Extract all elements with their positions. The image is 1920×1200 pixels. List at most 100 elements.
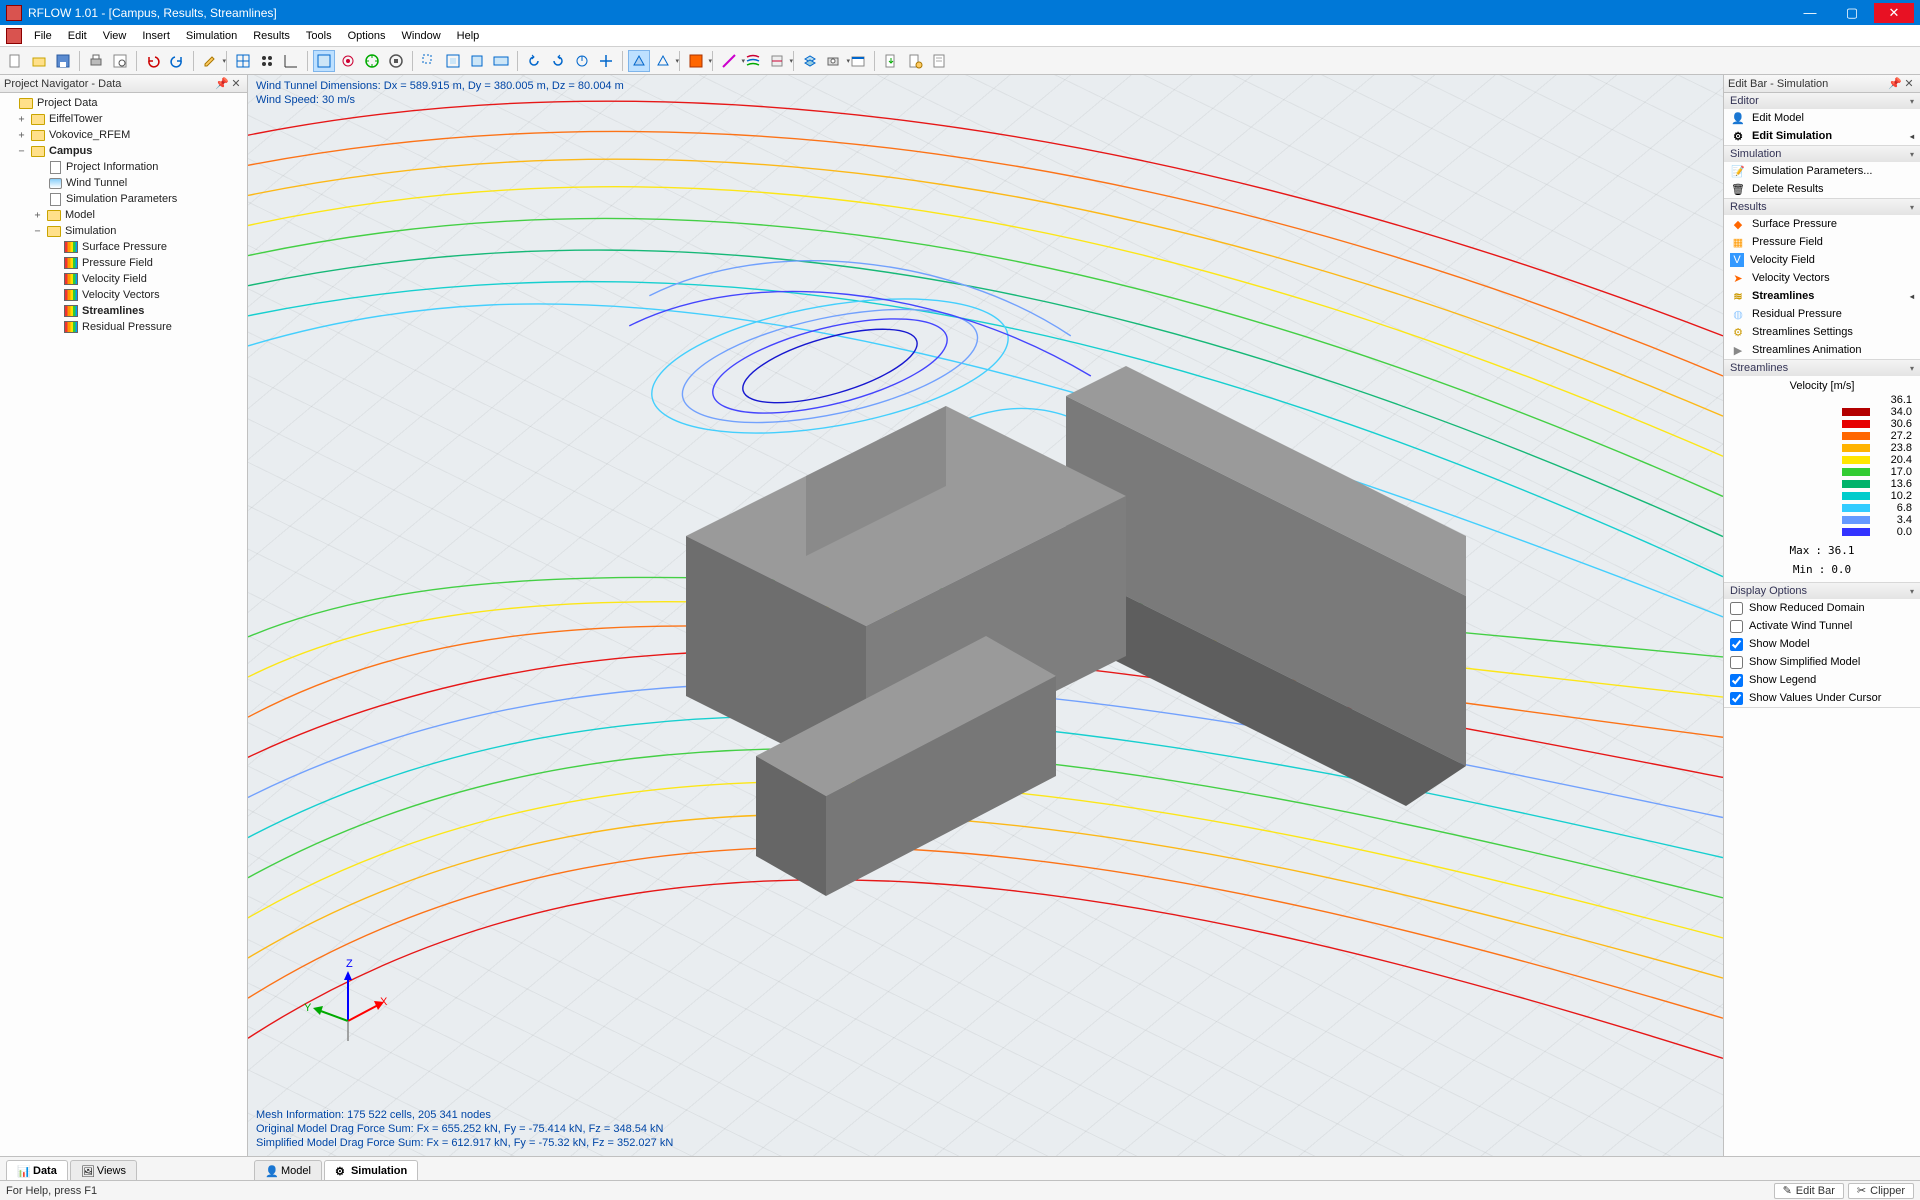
tab-model[interactable]: 👤Model — [254, 1160, 322, 1180]
wireframe-button[interactable]: ▾ — [652, 50, 674, 72]
viewport-3d[interactable]: Wind Tunnel Dimensions: Dx = 589.915 m, … — [248, 75, 1724, 1156]
delete-results-item[interactable]: 🗑Delete Results — [1724, 180, 1920, 198]
display-option[interactable]: Show Values Under Cursor — [1724, 689, 1920, 707]
measure-button[interactable]: ▾ — [718, 50, 740, 72]
result-pressure-field[interactable]: ▦Pressure Field — [1724, 233, 1920, 251]
zoom-all-button[interactable] — [442, 50, 464, 72]
menu-insert[interactable]: Insert — [134, 27, 178, 45]
view-mode-1-button[interactable] — [313, 50, 335, 72]
rotate-reset-button[interactable] — [571, 50, 593, 72]
section-editor[interactable]: Editor▾ — [1724, 93, 1920, 109]
axes-button[interactable] — [280, 50, 302, 72]
edit-simulation-item[interactable]: ⚙Edit Simulation◂ — [1724, 127, 1920, 145]
zoom-selected-button[interactable] — [466, 50, 488, 72]
menu-edit[interactable]: Edit — [60, 27, 95, 45]
undo-button[interactable] — [142, 50, 164, 72]
snap-button[interactable] — [256, 50, 278, 72]
stop-simulation-button[interactable] — [385, 50, 407, 72]
result-streamlines[interactable]: ≋Streamlines◂ — [1724, 287, 1920, 305]
camera-button[interactable]: ▾ — [823, 50, 845, 72]
status-editbar-button[interactable]: ✎ Edit Bar — [1774, 1183, 1844, 1199]
menu-window[interactable]: Window — [394, 27, 449, 45]
menu-file[interactable]: File — [26, 27, 60, 45]
checkbox[interactable] — [1730, 602, 1743, 615]
zoom-extents-button[interactable] — [490, 50, 512, 72]
pan-button[interactable] — [595, 50, 617, 72]
display-option[interactable]: Show Reduced Domain — [1724, 599, 1920, 617]
export-button[interactable] — [880, 50, 902, 72]
tab-data[interactable]: 📊Data — [6, 1160, 68, 1180]
menu-tools[interactable]: Tools — [298, 27, 340, 45]
tree-item-campus[interactable]: −Campus — [0, 143, 247, 159]
menu-options[interactable]: Options — [340, 27, 394, 45]
menu-view[interactable]: View — [95, 27, 135, 45]
streamlines-settings-item[interactable]: ⚙Streamlines Settings — [1724, 323, 1920, 341]
pin-icon[interactable]: 📌 — [215, 77, 229, 90]
menu-results[interactable]: Results — [245, 27, 298, 45]
new-button[interactable] — [4, 50, 26, 72]
display-option[interactable]: Activate Wind Tunnel — [1724, 617, 1920, 635]
snapshot-button[interactable] — [847, 50, 869, 72]
checkbox[interactable] — [1730, 656, 1743, 669]
run-simulation-button[interactable] — [361, 50, 383, 72]
section-simulation[interactable]: Simulation▾ — [1724, 146, 1920, 162]
layers-button[interactable] — [799, 50, 821, 72]
print-button[interactable] — [85, 50, 107, 72]
settings-button[interactable] — [904, 50, 926, 72]
tab-views[interactable]: 🖼Views — [70, 1160, 137, 1180]
print-preview-button[interactable] — [109, 50, 131, 72]
editbar-close-icon[interactable]: ✕ — [1902, 77, 1916, 90]
section-results[interactable]: Results▾ — [1724, 199, 1920, 215]
info-button[interactable] — [928, 50, 950, 72]
tree-item-wind-tunnel[interactable]: Wind Tunnel — [0, 175, 247, 191]
edit-model-item[interactable]: 👤Edit Model — [1724, 109, 1920, 127]
tree-item-pressure-field[interactable]: Pressure Field — [0, 255, 247, 271]
section-streamlines-legend[interactable]: Streamlines▾ — [1724, 360, 1920, 376]
tree-item-sim-params[interactable]: Simulation Parameters — [0, 191, 247, 207]
result-velocity-vectors[interactable]: ➤Velocity Vectors — [1724, 269, 1920, 287]
result-surface-pressure[interactable]: ◆Surface Pressure — [1724, 215, 1920, 233]
checkbox[interactable] — [1730, 620, 1743, 633]
display-option[interactable]: Show Model — [1724, 635, 1920, 653]
checkbox[interactable] — [1730, 638, 1743, 651]
section-button[interactable]: ▾ — [766, 50, 788, 72]
rotate-right-button[interactable] — [547, 50, 569, 72]
redo-button[interactable] — [166, 50, 188, 72]
tree-item-vokovice[interactable]: +Vokovice_RFEM — [0, 127, 247, 143]
render-mode-button[interactable] — [628, 50, 650, 72]
save-button[interactable] — [52, 50, 74, 72]
generate-mesh-button[interactable] — [337, 50, 359, 72]
status-clipper-button[interactable]: ✂ Clipper — [1848, 1183, 1914, 1199]
close-panel-icon[interactable]: ✕ — [229, 77, 243, 90]
project-tree[interactable]: Project Data +EiffelTower +Vokovice_RFEM… — [0, 93, 247, 1156]
menu-help[interactable]: Help — [449, 27, 488, 45]
maximize-button[interactable]: ▢ — [1832, 3, 1872, 23]
rotate-left-button[interactable] — [523, 50, 545, 72]
tree-item-velocity-vectors[interactable]: Velocity Vectors — [0, 287, 247, 303]
open-button[interactable] — [28, 50, 50, 72]
section-display-options[interactable]: Display Options▾ — [1724, 583, 1920, 599]
display-option[interactable]: Show Simplified Model — [1724, 653, 1920, 671]
tree-item-eiffel[interactable]: +EiffelTower — [0, 111, 247, 127]
tree-item-proj-info[interactable]: Project Information — [0, 159, 247, 175]
tab-simulation[interactable]: ⚙Simulation — [324, 1160, 418, 1180]
menu-simulation[interactable]: Simulation — [178, 27, 245, 45]
checkbox[interactable] — [1730, 674, 1743, 687]
close-button[interactable]: ✕ — [1874, 3, 1914, 23]
tree-root[interactable]: Project Data — [0, 95, 247, 111]
tree-item-model[interactable]: +Model — [0, 207, 247, 223]
display-option[interactable]: Show Legend — [1724, 671, 1920, 689]
result-velocity-field[interactable]: VVelocity Field — [1724, 251, 1920, 269]
tree-item-surface-pressure[interactable]: Surface Pressure — [0, 239, 247, 255]
result-residual-pressure[interactable]: ◍Residual Pressure — [1724, 305, 1920, 323]
simulation-params-item[interactable]: 📝Simulation Parameters... — [1724, 162, 1920, 180]
tree-item-velocity-field[interactable]: Velocity Field — [0, 271, 247, 287]
tree-item-streamlines[interactable]: Streamlines — [0, 303, 247, 319]
minimize-button[interactable]: — — [1790, 3, 1830, 23]
edit-button[interactable]: ▾ — [199, 50, 221, 72]
tree-item-simulation[interactable]: −Simulation — [0, 223, 247, 239]
zoom-window-button[interactable] — [418, 50, 440, 72]
clip-button[interactable] — [742, 50, 764, 72]
streamlines-animation-item[interactable]: ▶Streamlines Animation — [1724, 341, 1920, 359]
tree-item-residual-pressure[interactable]: Residual Pressure — [0, 319, 247, 335]
